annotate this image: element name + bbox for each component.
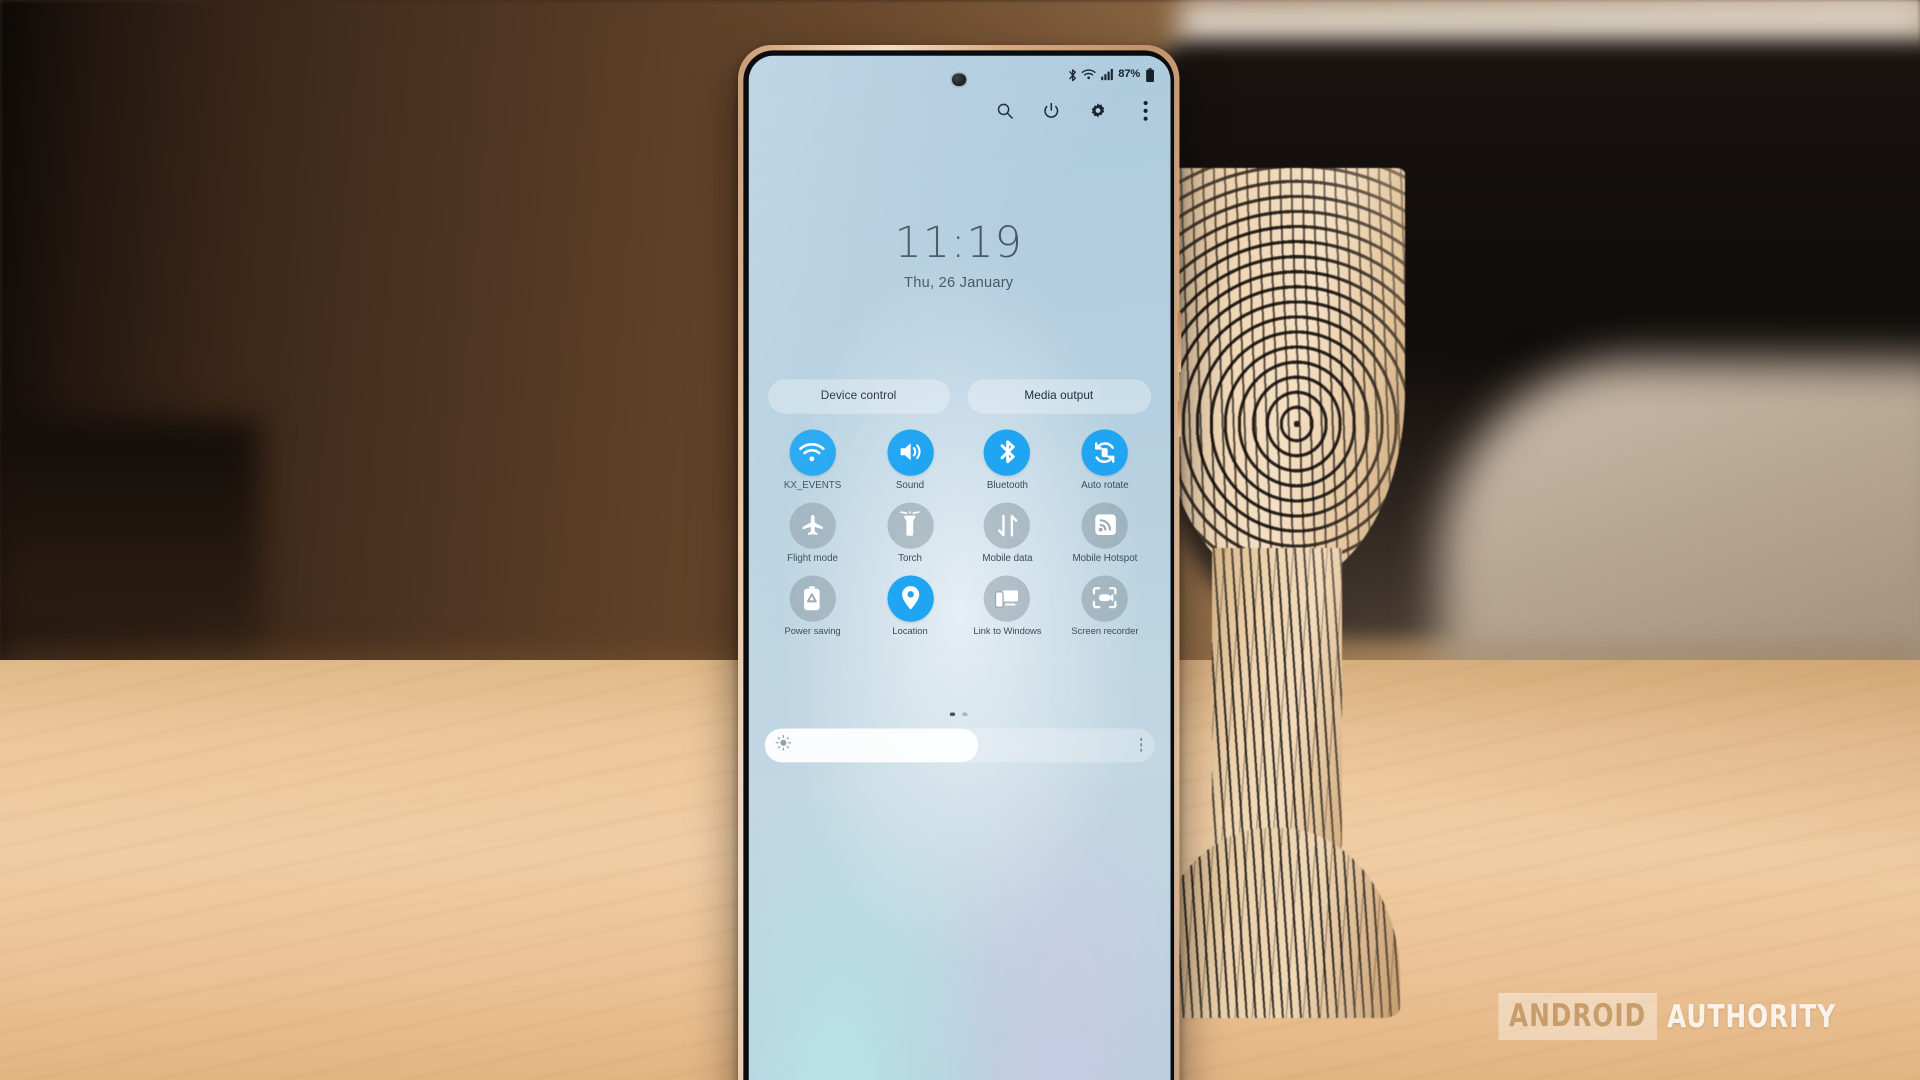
overflow-menu-icon[interactable] (1136, 100, 1156, 121)
brightness-slider-fill (763, 727, 979, 762)
power-button-hardware[interactable] (1176, 401, 1182, 437)
photo-scene: 87% 11:19 Thu, 26 January Device control… (0, 0, 1920, 1080)
qs-toggle-auto-rotate[interactable]: Auto rotate (1056, 428, 1153, 493)
watermark: ANDROID AUTHORITY (1459, 993, 1878, 1040)
page-dot[interactable] (962, 711, 967, 717)
hotspot-icon (1081, 501, 1129, 549)
qs-label: Link to Windows (973, 627, 1042, 638)
clock-date: Thu, 26 January (904, 274, 1014, 291)
battery-percentage: 87% (1118, 68, 1141, 81)
watermark-brand-plain: AUTHORITY (1666, 998, 1836, 1035)
bluetooth-icon (1067, 67, 1078, 81)
qs-toggle-flight-mode[interactable]: Flight mode (764, 501, 861, 566)
qs-label: Mobile data (982, 554, 1033, 565)
battery-icon (1145, 67, 1154, 82)
qs-toggle-mobile-hotspot[interactable]: Mobile Hotspot (1056, 501, 1153, 566)
link-to-windows-icon (984, 574, 1031, 622)
vase-bowl (1160, 168, 1405, 588)
page-indicator (748, 711, 1170, 717)
screen-recorder-icon (1081, 574, 1129, 622)
qs-label: KX_EVENTS (783, 480, 842, 492)
clock-widget[interactable]: 11:19 Thu, 26 January (748, 220, 1170, 290)
page-dot-active[interactable] (950, 711, 956, 717)
watermark-brand-boxed: ANDROID (1498, 993, 1657, 1040)
power-icon[interactable] (1041, 101, 1061, 121)
power-saving-icon (789, 574, 836, 622)
qs-label: Torch (898, 554, 922, 565)
mobile-data-icon (984, 501, 1031, 549)
signal-icon (1101, 68, 1113, 81)
airplane-icon (789, 501, 836, 549)
phone-screen: 87% 11:19 Thu, 26 January Device control… (747, 54, 1170, 1080)
quick-settings-row: Flight mode Torch Mobile data Mobile Hot… (764, 501, 1154, 566)
quick-settings-row: KX_EVENTS Sound Bluetooth Auto rotate (764, 428, 1154, 493)
qs-toggle-screen-recorder[interactable]: Screen recorder (1056, 574, 1153, 639)
qs-label: Auto rotate (1081, 480, 1129, 492)
smartphone: 87% 11:19 Thu, 26 January Device control… (738, 45, 1182, 1080)
qs-label: Mobile Hotspot (1072, 554, 1138, 565)
brightness-sun-icon (774, 734, 791, 755)
qs-toggle-torch[interactable]: Torch (861, 501, 958, 566)
media-output-button[interactable]: Media output (967, 378, 1151, 413)
qs-label: Power saving (784, 627, 841, 638)
qs-toggle-wifi[interactable]: KX_EVENTS (764, 428, 861, 493)
brightness-overflow-menu-icon[interactable] (1139, 737, 1143, 752)
volume-button[interactable] (1176, 312, 1182, 373)
qs-toggle-bluetooth[interactable]: Bluetooth (959, 428, 1056, 493)
location-pin-icon (886, 574, 934, 622)
auto-rotate-icon (1081, 428, 1129, 475)
qs-toggle-link-to-windows[interactable]: Link to Windows (959, 574, 1056, 639)
quick-settings-grid: KX_EVENTS Sound Bluetooth Auto rotate Fl… (764, 428, 1154, 639)
qs-label: Flight mode (787, 554, 838, 565)
qs-label: Sound (895, 480, 925, 492)
qs-toggle-location[interactable]: Location (861, 574, 958, 639)
device-control-button[interactable]: Device control (767, 378, 950, 413)
front-camera-icon (951, 72, 966, 87)
wifi-icon (1082, 68, 1097, 80)
sound-icon (886, 428, 934, 475)
brightness-slider[interactable] (763, 727, 1154, 762)
clock-time: 11:19 (894, 216, 1023, 267)
wifi-icon (789, 428, 836, 475)
qs-label: Bluetooth (986, 480, 1028, 492)
bluetooth-icon (984, 428, 1031, 475)
search-icon[interactable] (994, 101, 1014, 121)
quick-panel-header-actions (994, 100, 1156, 121)
qs-label: Location (892, 627, 928, 638)
ceramic-vase (1150, 168, 1405, 1018)
quick-panel-pills: Device control Media output (767, 378, 1151, 413)
status-bar: 87% (1067, 67, 1154, 82)
quick-settings-row: Power saving Location Link to Windows Sc… (764, 574, 1154, 639)
qs-toggle-mobile-data[interactable]: Mobile data (959, 501, 1056, 566)
qs-toggle-power-saving[interactable]: Power saving (764, 574, 861, 639)
flashlight-icon (886, 501, 934, 549)
settings-gear-icon[interactable] (1089, 101, 1109, 121)
qs-label: Screen recorder (1071, 627, 1139, 638)
qs-toggle-sound[interactable]: Sound (861, 428, 958, 493)
